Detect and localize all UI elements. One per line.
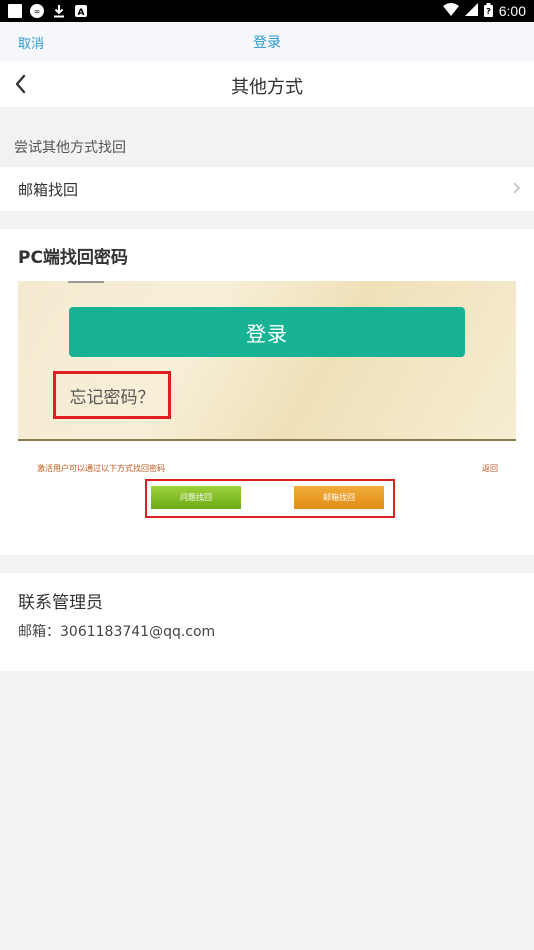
section-label: 尝试其他方式找回 [14, 140, 126, 156]
divider [68, 281, 104, 283]
illustration-return: 返回 [482, 464, 498, 473]
admin-title: 联系管理员 [18, 593, 103, 613]
illustration-forgot-password: 忘记密码？ [53, 371, 171, 419]
pc-recovery-card: PC端找回密码 登录 忘记密码？ 激活用户可以通过以下方式找回密码 返回 问题找… [0, 229, 534, 555]
status-left-icons: ∞ A [8, 4, 88, 18]
pc-recovery-title: PC端找回密码 [18, 248, 128, 268]
page-title: 其他方式 [231, 77, 303, 98]
web-header: 取消 登录 [0, 22, 534, 62]
svg-text:A: A [78, 8, 85, 18]
web-header-title: 登录 [253, 35, 281, 51]
email-recovery-row[interactable]: 邮箱找回 [0, 167, 534, 211]
signal-icon [464, 3, 478, 19]
download-icon [52, 4, 66, 18]
infinity-icon: ∞ [30, 4, 44, 18]
nav-bar: 其他方式 [0, 62, 534, 107]
illustration-login-button: 登录 [69, 307, 465, 357]
a-icon: A [74, 4, 88, 18]
admin-email[interactable]: 邮箱：3061183741@qq.com [18, 621, 215, 641]
battery-icon: ? [483, 2, 493, 20]
illustration-email-recovery-button: 邮箱找回 [294, 486, 384, 509]
svg-text:?: ? [486, 7, 491, 16]
status-right: ? 6:00 [442, 2, 526, 20]
status-bar: ∞ A ? 6:00 [0, 0, 534, 22]
clock: 6:00 [498, 3, 526, 19]
pc-recovery-options-screenshot: 激活用户可以通过以下方式找回密码 返回 问题找回 邮箱找回 [18, 441, 516, 527]
chevron-right-icon [512, 180, 522, 196]
illustration-hint: 激活用户可以通过以下方式找回密码 [37, 464, 165, 473]
wifi-icon [442, 3, 459, 19]
email-recovery-label: 邮箱找回 [18, 181, 79, 199]
notification-square-icon [8, 4, 22, 18]
admin-contact-card: 联系管理员 邮箱：3061183741@qq.com [0, 573, 534, 671]
pc-login-screenshot: 登录 忘记密码？ [18, 281, 516, 441]
illustration-question-recovery-button: 问题找回 [151, 486, 241, 509]
svg-text:∞: ∞ [34, 7, 41, 16]
